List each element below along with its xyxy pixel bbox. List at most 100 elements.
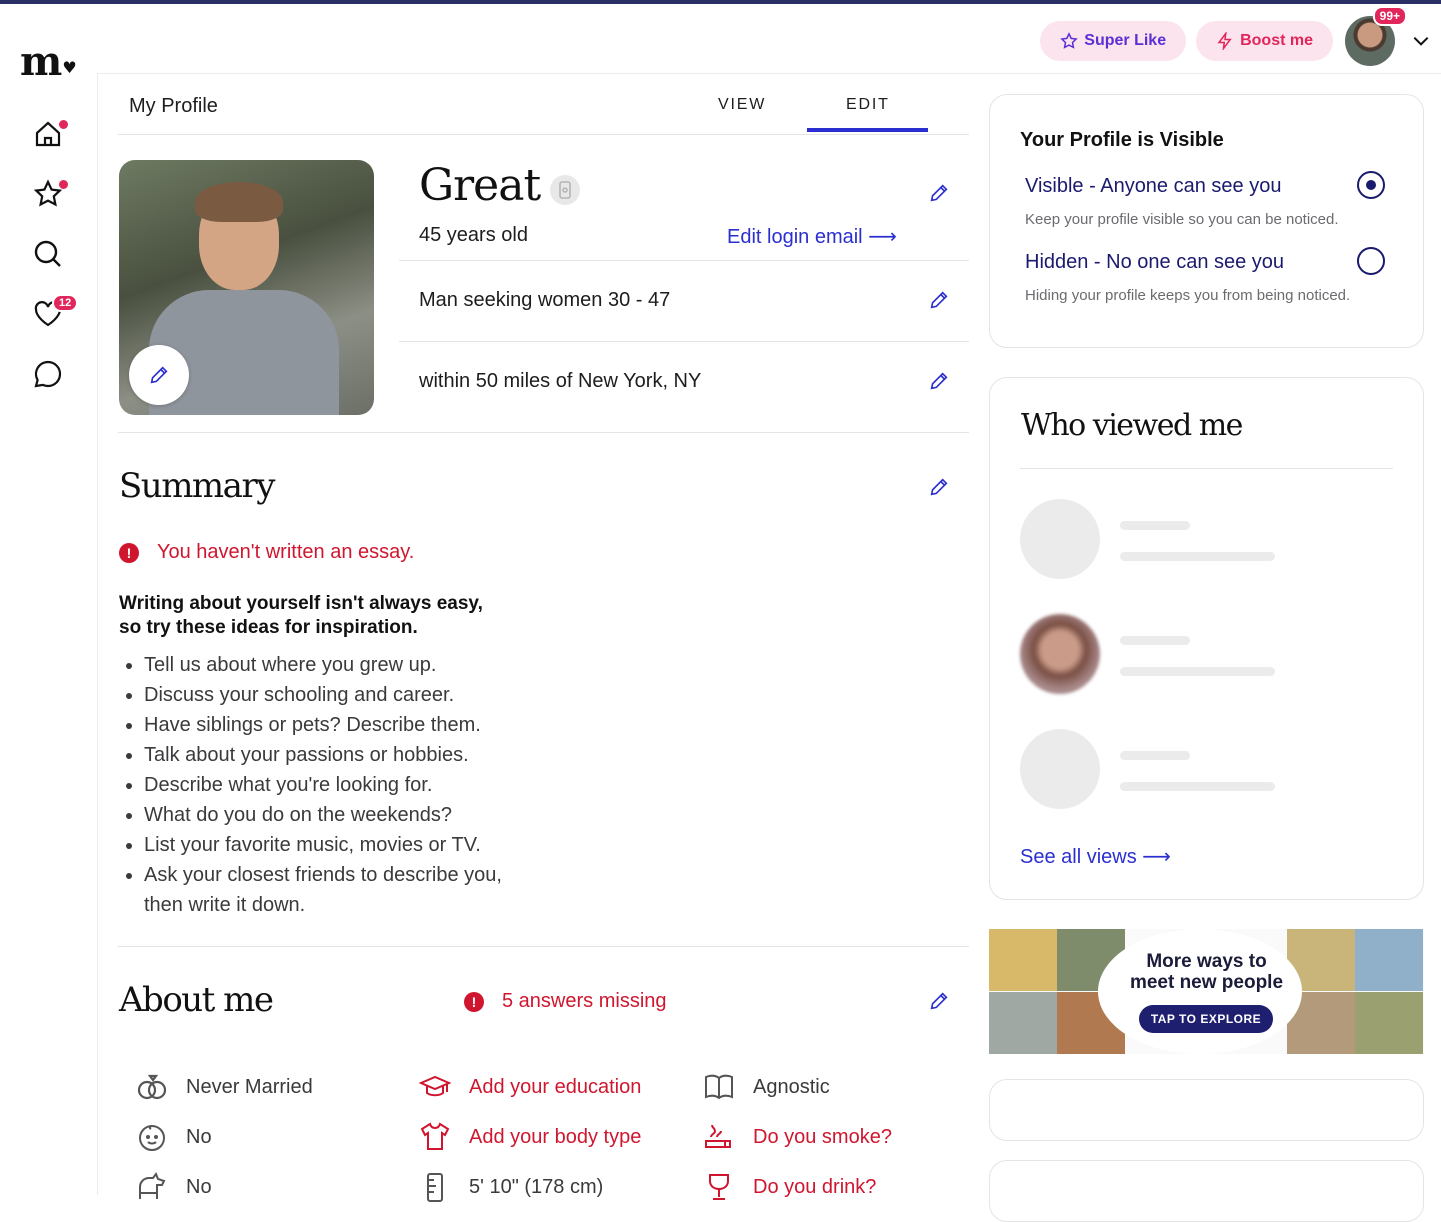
list-item: Talk about your passions or hobbies. xyxy=(144,740,544,770)
home-notification-dot xyxy=(58,119,69,130)
promo-photo xyxy=(989,929,1057,991)
tab-view[interactable]: VIEW xyxy=(718,96,766,114)
tap-to-explore-button[interactable]: TAP TO EXPLORE xyxy=(1139,1005,1273,1033)
visibility-title: Your Profile is Visible xyxy=(1020,129,1224,151)
promo-photo xyxy=(1355,992,1423,1054)
attr-drinking[interactable]: Do you drink? xyxy=(703,1171,876,1203)
viewer-placeholder-row[interactable] xyxy=(1020,729,1280,809)
visible-radio[interactable] xyxy=(1357,171,1385,199)
active-tab-indicator xyxy=(807,128,928,132)
rings-icon xyxy=(137,1074,167,1100)
list-item: Ask your closest friends to describe you… xyxy=(144,860,544,920)
favorites-notification-dot xyxy=(58,179,69,190)
list-item: Describe what you're looking for. xyxy=(144,770,544,800)
see-all-views-link[interactable]: See all views ⟶ xyxy=(1020,844,1171,869)
viewer-row[interactable] xyxy=(1020,614,1280,694)
answers-missing-text: 5 answers missing xyxy=(502,990,667,1012)
viewer-placeholder-row[interactable] xyxy=(1020,499,1280,579)
answers-missing-warning: ! 5 answers missing xyxy=(464,990,667,1013)
edit-summary-pencil-icon[interactable] xyxy=(928,476,950,498)
boost-button[interactable]: Boost me xyxy=(1196,21,1333,61)
chat-icon xyxy=(34,360,62,388)
visibility-card: Your Profile is Visible Visible - Anyone… xyxy=(989,94,1424,348)
search-icon xyxy=(34,240,61,267)
star-outline-icon xyxy=(1060,32,1079,49)
essay-warning: ! You haven't written an essay. xyxy=(119,541,414,564)
lightning-icon xyxy=(1217,32,1232,50)
attr-height[interactable]: 5' 10" (178 cm) xyxy=(419,1171,603,1203)
account-avatar[interactable]: 99+ xyxy=(1345,6,1407,66)
tab-edit[interactable]: EDIT xyxy=(846,96,890,114)
seeking-preference: Man seeking women 30 - 47 xyxy=(419,289,671,311)
ideas-list: Tell us about where you grew up. Discuss… xyxy=(119,650,544,920)
chevron-down-icon[interactable] xyxy=(1411,31,1431,51)
edit-login-email-link[interactable]: Edit login email ⟶ xyxy=(727,224,897,249)
profile-age: 45 years old xyxy=(419,224,528,246)
promo-photo xyxy=(989,992,1057,1054)
profile-photo[interactable] xyxy=(119,160,374,415)
list-item: Discuss your schooling and career. xyxy=(144,680,544,710)
empty-card xyxy=(989,1160,1424,1222)
who-viewed-card: Who viewed me See all views ⟶ xyxy=(989,377,1424,900)
list-item: Tell us about where you grew up. xyxy=(144,650,544,680)
attr-education[interactable]: Add your education xyxy=(419,1071,641,1103)
promo-photo xyxy=(1355,929,1423,991)
attr-religion[interactable]: Agnostic xyxy=(703,1071,830,1103)
summary-title: Summary xyxy=(119,466,275,506)
essay-warning-text: You haven't written an essay. xyxy=(157,541,415,563)
pencil-icon xyxy=(150,366,168,384)
profile-name: Great xyxy=(419,160,541,211)
super-like-button[interactable]: Super Like xyxy=(1040,21,1187,61)
divider xyxy=(118,946,969,947)
attr-kids[interactable]: No xyxy=(136,1121,212,1153)
page-title: My Profile xyxy=(129,95,218,117)
hidden-option-label[interactable]: Hidden - No one can see you xyxy=(1025,251,1284,274)
alert-icon: ! xyxy=(464,991,484,1012)
divider xyxy=(399,260,969,261)
boost-label: Boost me xyxy=(1240,32,1313,49)
book-icon xyxy=(705,1074,733,1100)
wine-glass-icon xyxy=(709,1174,729,1200)
list-item: What do you do on the weekends? xyxy=(144,800,544,830)
notifications-badge: 99+ xyxy=(1372,6,1407,26)
list-item: List your favorite music, movies or TV. xyxy=(144,830,544,860)
edit-seeking-pencil-icon[interactable] xyxy=(928,289,950,311)
edit-name-pencil-icon[interactable] xyxy=(928,182,950,204)
visible-option-label[interactable]: Visible - Anyone can see you xyxy=(1025,175,1281,198)
divider xyxy=(1020,468,1393,469)
side-navigation: 12 xyxy=(0,74,98,1195)
edit-photo-button[interactable] xyxy=(129,345,189,405)
likes-count-badge: 12 xyxy=(52,294,79,312)
viewer-avatar-blurred xyxy=(1020,614,1100,694)
attr-pets[interactable]: No xyxy=(136,1171,212,1203)
phone-verify-icon xyxy=(559,181,571,199)
header-actions: Super Like Boost me 99+ xyxy=(1040,6,1431,66)
divider xyxy=(399,341,969,342)
visible-option-description: Keep your profile visible so you can be … xyxy=(1025,211,1339,228)
attr-smoking[interactable]: Do you smoke? xyxy=(703,1121,892,1153)
ruler-icon xyxy=(427,1173,443,1202)
viewer-avatar-placeholder xyxy=(1020,729,1100,809)
hidden-option-description: Hiding your profile keeps you from being… xyxy=(1025,287,1351,304)
verification-badge[interactable] xyxy=(550,175,580,205)
profile-tabs-bar: My Profile VIEW EDIT xyxy=(118,74,969,135)
list-item: Have siblings or pets? Describe them. xyxy=(144,710,544,740)
pet-icon xyxy=(139,1171,166,1199)
edit-location-pencil-icon[interactable] xyxy=(928,370,950,392)
edit-about-pencil-icon[interactable] xyxy=(928,990,950,1012)
super-like-label: Super Like xyxy=(1084,32,1167,49)
shirt-icon xyxy=(420,1122,450,1150)
graduation-cap-icon xyxy=(419,1075,451,1097)
location-preference: within 50 miles of New York, NY xyxy=(419,370,702,392)
ideas-heading: Writing about yourself isn't always easy… xyxy=(119,593,483,638)
viewer-avatar-placeholder xyxy=(1020,499,1100,579)
smoking-icon xyxy=(705,1124,731,1148)
attr-body-type[interactable]: Add your body type xyxy=(419,1121,641,1153)
explore-promo-banner[interactable]: More ways to meet new people TAP TO EXPLO… xyxy=(989,929,1424,1054)
arrow-right-icon: ⟶ xyxy=(1142,846,1171,868)
attr-marital-status[interactable]: Never Married xyxy=(136,1071,313,1103)
baby-icon xyxy=(139,1125,165,1151)
empty-card xyxy=(989,1079,1424,1141)
top-accent-line xyxy=(0,0,1441,4)
hidden-radio[interactable] xyxy=(1357,247,1385,275)
